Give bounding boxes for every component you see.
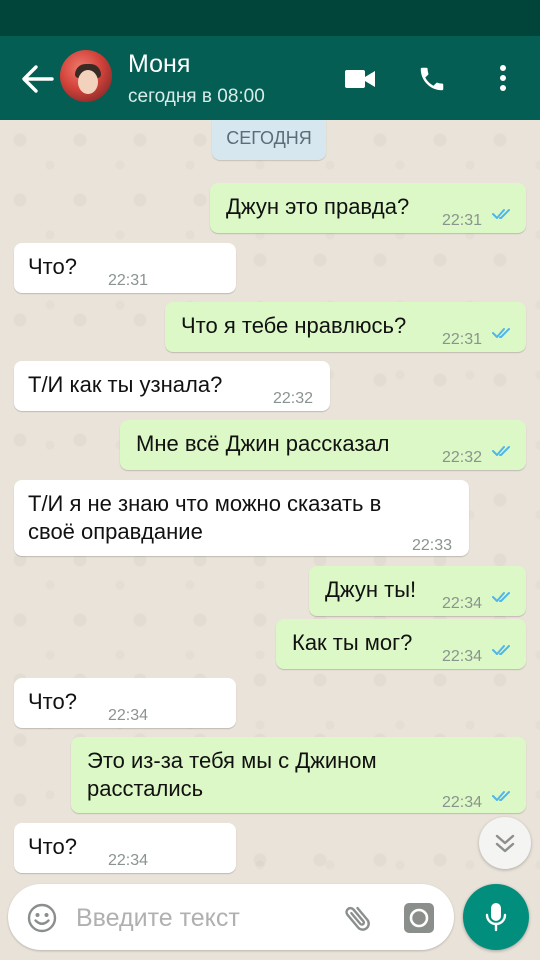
emoji-icon[interactable] [26,902,58,934]
attach-icon[interactable] [342,901,374,935]
message-time: 22:34 [108,852,149,869]
message-text: Что? [28,689,77,714]
message-time: 22:32 [273,390,314,407]
status-bar [0,0,540,36]
message-text: Что я тебе нравлюсь? [181,313,407,338]
message-time: 22:31 [442,212,483,229]
phone-icon[interactable] [417,64,447,94]
avatar[interactable] [60,50,112,102]
message-time: 22:31 [108,272,149,289]
message-outgoing[interactable]: Джун ты! 22:34 [309,566,526,616]
message-outgoing[interactable]: Джун это правда? 22:31 [210,183,526,233]
chat-area[interactable]: СЕГОДНЯ Джун это правда? 22:31 Что? 22:3… [0,120,540,880]
message-incoming[interactable]: Что? 22:34 [14,823,236,873]
more-vert-icon[interactable] [498,64,508,94]
date-divider: СЕГОДНЯ [212,120,326,160]
message-time: 22:31 [442,331,483,348]
message-text-line: Т/И я не знаю что можно сказать в [28,491,382,516]
message-incoming[interactable]: Т/И как ты узнала? 22:32 [14,361,330,411]
message-time: 22:32 [442,449,483,466]
message-input[interactable] [74,884,328,952]
chat-header: Моня сегодня в 08:00 [0,36,540,120]
message-time: 22:33 [412,537,453,554]
message-outgoing[interactable]: Это из-за тебя мы с Джином расстались 22… [71,737,526,813]
message-time: 22:34 [442,595,483,612]
back-arrow-icon[interactable] [18,61,58,97]
double-check-icon [492,645,510,655]
message-composer [8,884,454,952]
voice-record-button[interactable] [463,884,529,950]
message-time: 22:34 [442,648,483,665]
message-outgoing[interactable]: Мне всё Джин рассказал 22:32 [120,420,526,470]
double-check-icon [492,209,510,219]
message-text: Что? [28,834,77,859]
contact-name[interactable]: Моня [128,50,190,79]
message-time: 22:34 [108,707,149,724]
message-text-line: своё оправдание [28,519,203,544]
double-check-icon [492,446,510,456]
mic-icon [485,903,507,932]
message-text: Джун это правда? [226,194,410,219]
message-text: Т/И как ты узнала? [28,372,223,397]
message-text: Что? [28,254,77,279]
message-text-line: расстались [87,776,204,801]
message-text-line: Это из-за тебя мы с Джином [87,748,377,773]
message-incoming[interactable]: Что? 22:34 [14,678,236,728]
message-incoming[interactable]: Т/И я не знаю что можно сказать в своё о… [14,480,469,556]
contact-last-seen: сегодня в 08:00 [128,86,265,107]
message-text: Джун ты! [325,577,417,602]
double-check-icon [492,328,510,338]
message-incoming[interactable]: Что? 22:31 [14,243,236,293]
message-time: 22:34 [442,794,483,811]
message-outgoing[interactable]: Что я тебе нравлюсь? 22:31 [165,302,526,352]
video-call-icon[interactable] [344,68,376,90]
message-text: Мне всё Джин рассказал [136,431,390,456]
scroll-to-bottom-button[interactable] [479,817,531,869]
message-text: Как ты мог? [292,630,413,655]
double-check-icon [492,791,510,801]
message-outgoing[interactable]: Как ты мог? 22:34 [276,619,526,669]
camera-icon[interactable] [403,902,435,934]
chevron-double-down-icon [495,834,515,853]
double-check-icon [492,592,510,602]
